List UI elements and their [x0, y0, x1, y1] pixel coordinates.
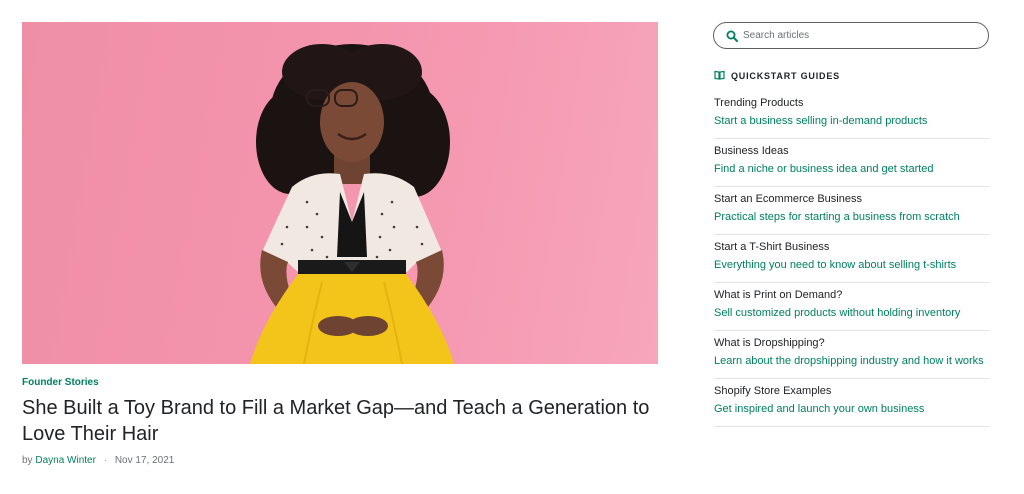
- guide-description[interactable]: Start a business selling in-demand produ…: [714, 113, 989, 129]
- guide-description[interactable]: Everything you need to know about sellin…: [714, 257, 989, 273]
- guide-item-dropshipping[interactable]: What is Dropshipping? Learn about the dr…: [714, 331, 989, 379]
- guide-description[interactable]: Practical steps for starting a business …: [714, 209, 989, 225]
- guide-title[interactable]: Shopify Store Examples: [714, 384, 989, 398]
- guide-item-ecommerce-business[interactable]: Start an Ecommerce Business Practical st…: [714, 187, 989, 235]
- portrait-illustration: [250, 44, 454, 364]
- quickstart-guides-heading: QUICKSTART GUIDES: [714, 69, 840, 83]
- article-byline: by Dayna Winter · Nov 17, 2021: [22, 455, 174, 466]
- author-link[interactable]: Dayna Winter: [35, 455, 96, 466]
- guide-item-print-on-demand[interactable]: What is Print on Demand? Sell customized…: [714, 283, 989, 331]
- guide-item-tshirt-business[interactable]: Start a T-Shirt Business Everything you …: [714, 235, 989, 283]
- guide-item-business-ideas[interactable]: Business Ideas Find a niche or business …: [714, 139, 989, 187]
- article-title[interactable]: She Built a Toy Brand to Fill a Market G…: [22, 395, 662, 447]
- search-input[interactable]: [743, 26, 978, 45]
- guide-item-store-examples[interactable]: Shopify Store Examples Get inspired and …: [714, 379, 989, 427]
- guide-description[interactable]: Sell customized products without holding…: [714, 305, 989, 321]
- guide-item-trending-products[interactable]: Trending Products Start a business selli…: [714, 91, 989, 139]
- guide-title[interactable]: What is Dropshipping?: [714, 336, 989, 350]
- publish-date: Nov 17, 2021: [114, 455, 175, 466]
- guide-description[interactable]: Get inspired and launch your own busines…: [714, 401, 989, 417]
- search-box[interactable]: [713, 22, 989, 49]
- guide-description[interactable]: Learn about the dropshipping industry an…: [714, 353, 989, 369]
- article-category-link[interactable]: Founder Stories: [22, 377, 99, 388]
- byline-prefix: by: [22, 455, 33, 466]
- guides-heading-text: QUICKSTART GUIDES: [731, 71, 840, 81]
- guide-title[interactable]: Start an Ecommerce Business: [714, 192, 989, 206]
- article-hero-image[interactable]: [22, 22, 658, 364]
- search-icon: [726, 29, 738, 47]
- guide-title[interactable]: Start a T-Shirt Business: [714, 240, 989, 254]
- book-icon: [714, 67, 725, 85]
- guide-list: Trending Products Start a business selli…: [714, 91, 989, 427]
- guide-description[interactable]: Find a niche or business idea and get st…: [714, 161, 989, 177]
- byline-separator: ·: [103, 455, 108, 466]
- guide-title[interactable]: Trending Products: [714, 96, 989, 110]
- guide-title[interactable]: What is Print on Demand?: [714, 288, 989, 302]
- guide-title[interactable]: Business Ideas: [714, 144, 989, 158]
